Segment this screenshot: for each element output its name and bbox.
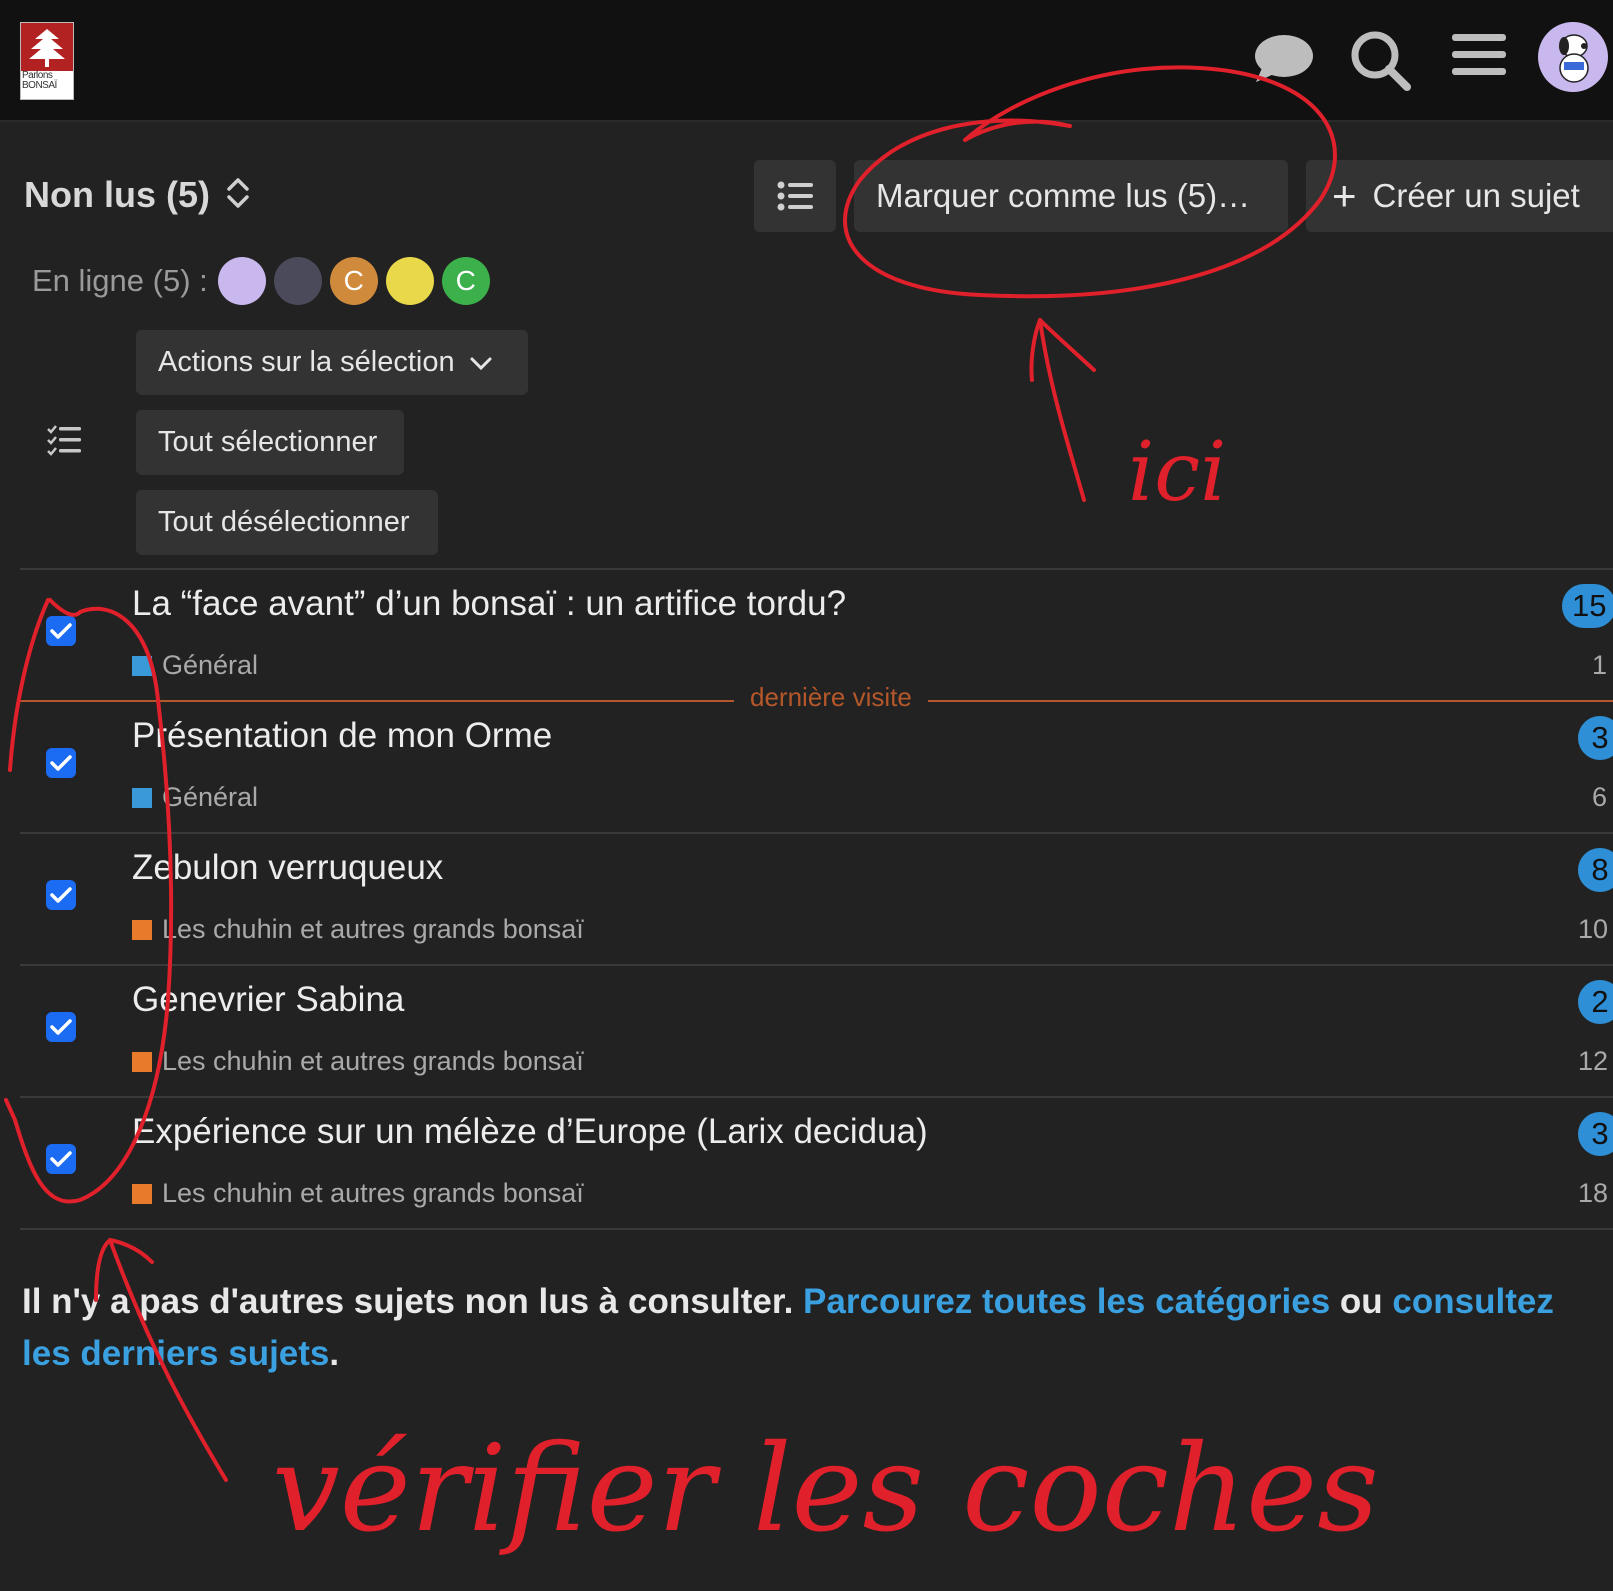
footer-text-middle: ou [1330,1282,1393,1321]
category-color-swatch [132,919,152,940]
topic-row[interactable]: dernière visite Présentation de mon Orme… [20,682,1613,832]
category-color-swatch [132,787,152,808]
topic-activity: 18 [1578,1178,1609,1208]
online-user-avatar[interactable] [217,257,266,305]
category-name: Les chuhin et autres grands bonsaï [162,1046,584,1076]
online-user-avatar[interactable] [273,257,322,305]
logo-text: Parlons BONSAÏ [22,70,57,91]
chat-icon[interactable] [1254,34,1314,89]
category-color-swatch [132,1183,152,1204]
category-name: Les chuhin et autres grands bonsaï [162,914,584,944]
topic-row[interactable]: Genevrier Sabina Les chuhin et autres gr… [20,964,1613,1096]
bulk-select-toggle-button[interactable] [754,160,836,232]
unread-count-badge[interactable]: 2 [1578,980,1613,1024]
category-name: Les chuhin et autres grands bonsaï [162,1178,584,1208]
topic-row[interactable]: La “face avant” d’un bonsaï : un artific… [20,568,1613,700]
annotation-text-ici: ici [1128,425,1226,520]
online-user-avatar[interactable] [385,257,434,305]
online-user-avatar[interactable]: C [329,257,378,305]
selection-actions-label: Actions sur la sélection [158,346,455,378]
list-icon [777,181,813,211]
topic-checkbox[interactable] [46,748,76,778]
site-header: Parlons BONSAÏ [0,0,1613,122]
selection-actions-dropdown[interactable]: Actions sur la sélection [136,330,528,395]
topic-row[interactable]: Expérience sur un mélèze d’Europe (Larix… [20,1096,1613,1230]
unread-count-badge[interactable]: 8 [1578,848,1613,892]
page-title[interactable]: Non lus (5) [24,174,210,216]
page: Parlons BONSAÏ Non lus (5) Marquer comme… [0,0,1613,1591]
topic-category[interactable]: Les chuhin et autres grands bonsaï [132,1178,584,1209]
topic-title[interactable]: Genevrier Sabina [132,980,404,1020]
sort-toggle-icon[interactable] [226,176,250,215]
unread-count-badge[interactable]: 15 [1562,584,1613,628]
topic-category[interactable]: Général [132,782,258,813]
topic-category[interactable]: Général [132,650,258,681]
search-icon[interactable] [1350,30,1412,97]
hamburger-menu-icon[interactable] [1452,30,1506,85]
category-color-swatch [132,655,152,676]
annotation-arrow-up [1038,318,1086,502]
category-name: Général [162,782,259,812]
category-name: Général [162,650,259,680]
mark-as-read-button[interactable]: Marquer comme lus (5)… [854,160,1288,232]
footer-text-before: Il n'y a pas d'autres sujets non lus à c… [22,1282,804,1321]
site-logo[interactable]: Parlons BONSAÏ [20,22,74,100]
select-all-label: Tout sélectionner [158,426,378,458]
topic-title[interactable]: La “face avant” d’un bonsaï : un artific… [132,584,846,624]
annotation-text-checks: vérifier les coches [272,1420,1379,1559]
bulk-checklist-icon[interactable] [46,424,82,461]
topic-category[interactable]: Les chuhin et autres grands bonsaï [132,914,584,945]
unread-count-badge[interactable]: 3 [1578,716,1613,760]
checkmark-icon [50,623,72,639]
last-visit-divider: dernière visite [734,682,928,713]
checkmark-icon [50,1151,72,1167]
browse-categories-link[interactable]: Parcourez toutes les catégories [803,1282,1330,1321]
topic-title[interactable]: Présentation de mon Orme [132,716,552,756]
topic-checkbox[interactable] [46,1144,76,1174]
topic-category[interactable]: Les chuhin et autres grands bonsaï [132,1046,584,1077]
select-all-button[interactable]: Tout sélectionner [136,410,404,475]
online-label: En ligne (5) : [32,263,208,298]
topic-row[interactable]: Zebulon verruqueux Les chuhin et autres … [20,832,1613,964]
filter-title-row: Non lus (5) [24,170,250,220]
no-more-topics-message: Il n'y a pas d'autres sujets non lus à c… [22,1276,1582,1380]
checkmark-icon [50,755,72,771]
mark-as-read-label: Marquer comme lus (5)… [876,177,1251,214]
deselect-all-button[interactable]: Tout désélectionner [136,490,438,555]
online-users-row: En ligne (5) : CC [32,256,498,306]
topic-checkbox[interactable] [46,1012,76,1042]
bonsai-tree-icon [21,23,73,71]
unread-count-badge[interactable]: 3 [1578,1112,1613,1156]
topic-title[interactable]: Expérience sur un mélèze d’Europe (Larix… [132,1112,928,1152]
topic-activity: 1 [1592,650,1608,680]
create-topic-label: Créer un sujet [1372,177,1580,214]
topic-activity: 6 [1592,782,1608,812]
footer-text-end: . [329,1334,340,1373]
topic-list: La “face avant” d’un bonsaï : un artific… [20,568,1613,1230]
online-avatars: CC [217,257,498,305]
topic-activity: 10 [1578,914,1609,944]
create-topic-button[interactable]: + Créer un sujet [1306,160,1613,232]
topic-checkbox[interactable] [46,616,76,646]
checkmark-icon [50,887,72,903]
chevron-down-icon [469,346,493,379]
plus-icon: + [1332,172,1357,219]
online-user-avatar[interactable]: C [441,257,490,305]
deselect-all-label: Tout désélectionner [158,506,410,538]
user-avatar[interactable] [1538,22,1608,92]
topic-activity: 12 [1578,1046,1609,1076]
category-color-swatch [132,1051,152,1072]
topic-title[interactable]: Zebulon verruqueux [132,848,443,888]
checkmark-icon [50,1019,72,1035]
topic-checkbox[interactable] [46,880,76,910]
